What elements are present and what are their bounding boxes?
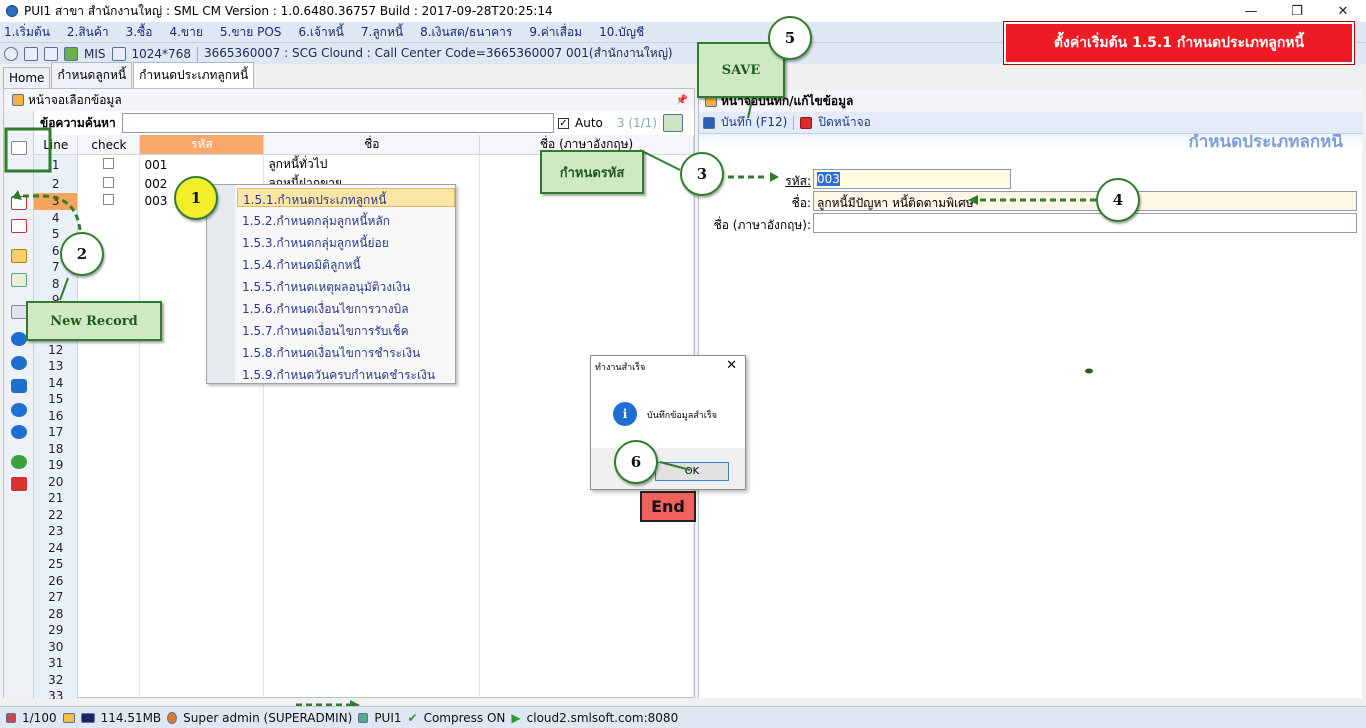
- key-icon: [62, 712, 75, 723]
- branch-code: PUI1: [374, 710, 402, 725]
- step-3-marker: 3: [680, 152, 724, 196]
- connector-2: [59, 277, 69, 301]
- connector-3: [639, 149, 681, 171]
- record-position: 1/100: [22, 710, 57, 725]
- step-2-marker: 2: [60, 232, 104, 276]
- dot-marker: [1085, 368, 1093, 374]
- arrow-2: [20, 194, 82, 231]
- arrowhead-3: [770, 172, 779, 182]
- code-callout: กำหนดรหัส: [540, 150, 644, 194]
- branch-icon: [358, 712, 369, 723]
- compress-status: Compress ON: [423, 710, 506, 725]
- step-4-marker: 4: [1096, 178, 1140, 222]
- server-address: cloud2.smlsoft.com:8080: [526, 710, 679, 725]
- memory-icon: [80, 712, 95, 723]
- step-6-marker: 6: [614, 440, 658, 484]
- connector-save: [747, 99, 753, 119]
- users-icon: [6, 712, 16, 723]
- current-user: Super admin (SUPERADMIN): [183, 710, 353, 725]
- memory-usage: 114.51MB: [100, 710, 162, 725]
- play-icon: ▶: [511, 710, 521, 725]
- arrowhead-2: [12, 190, 22, 200]
- arrowhead-4: [968, 195, 978, 205]
- user-icon: [167, 711, 178, 724]
- new-record-highlight: [4, 127, 52, 173]
- step-1-marker: 1: [174, 176, 218, 220]
- connector-6: [659, 461, 691, 471]
- status-bar: 1/100 114.51MB Super admin (SUPERADMIN) …: [0, 706, 1366, 728]
- annotation-arrows: [4, 59, 1096, 710]
- step-5-marker: 5: [768, 16, 812, 60]
- check-icon: ✔: [407, 710, 418, 725]
- new-record-callout: New Record: [26, 301, 162, 341]
